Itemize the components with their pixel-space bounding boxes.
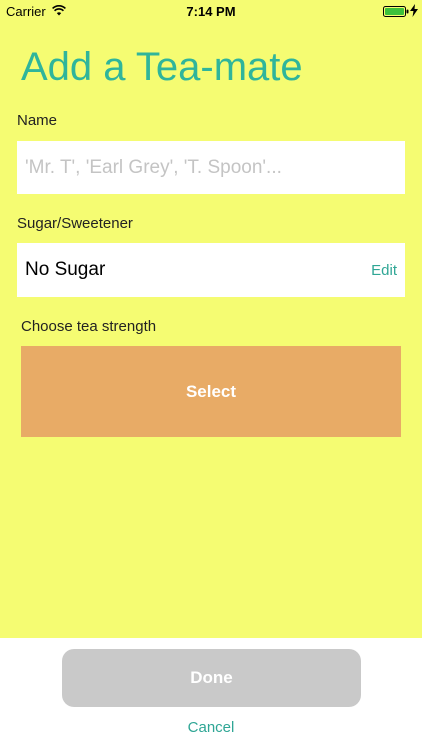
status-bar: Carrier 7:14 PM: [0, 0, 422, 24]
done-button[interactable]: Done: [62, 649, 361, 707]
cancel-button[interactable]: Cancel: [0, 719, 422, 736]
name-label: Name: [17, 112, 58, 129]
sugar-selector: No Sugar Edit: [17, 243, 405, 297]
name-input[interactable]: [17, 141, 405, 194]
strength-label: Choose tea strength: [21, 318, 157, 335]
sugar-label: Sugar/Sweetener: [17, 215, 133, 232]
sugar-value: No Sugar: [25, 259, 106, 280]
battery-icon: [383, 6, 409, 17]
form-background: Carrier 7:14 PM Add a Tea-mate Name Suga…: [0, 0, 422, 638]
sugar-edit-button[interactable]: Edit: [371, 262, 397, 279]
strength-select-button[interactable]: Select: [21, 346, 401, 437]
page-title: Add a Tea-mate: [21, 45, 303, 89]
status-time: 7:14 PM: [186, 4, 236, 19]
bolt-icon: [410, 4, 418, 17]
